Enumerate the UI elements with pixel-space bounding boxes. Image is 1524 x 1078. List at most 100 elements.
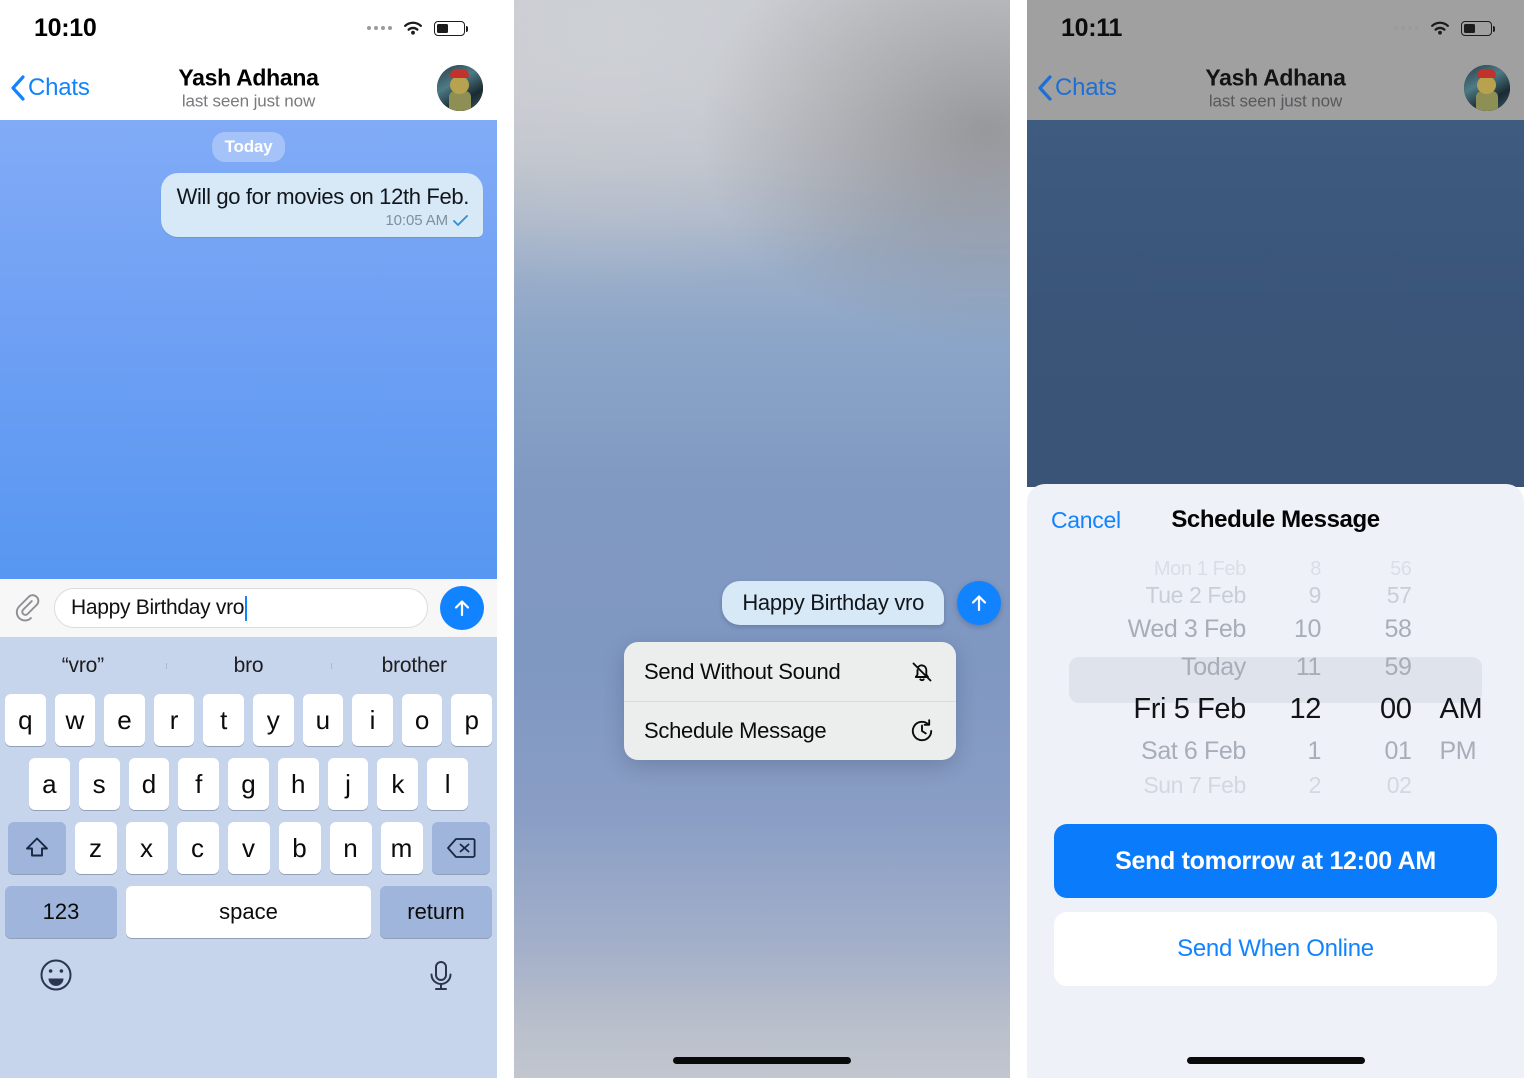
chevron-left-icon — [11, 75, 25, 101]
picker-date: Today — [1181, 652, 1246, 681]
key-i[interactable]: i — [352, 694, 393, 746]
phone-panel-schedule-sheet: 10:11 Chats Yash Adhana last seen just n… — [1027, 0, 1524, 1078]
status-bar: 10:10 — [0, 0, 497, 56]
send-button-highlighted[interactable] — [957, 581, 1001, 625]
key-d[interactable]: d — [128, 758, 170, 810]
menu-item-label: Send Without Sound — [644, 658, 841, 684]
key-b[interactable]: b — [278, 822, 321, 874]
status-time: 10:10 — [34, 13, 97, 42]
key-o[interactable]: o — [401, 694, 443, 746]
prediction-0[interactable]: “vro” — [0, 654, 166, 678]
menu-item-schedule-message[interactable]: Schedule Message — [624, 701, 956, 760]
battery-icon — [434, 20, 468, 36]
microphone-icon[interactable] — [423, 957, 459, 993]
picker-date: Mon 1 Feb — [1153, 558, 1246, 580]
message-time: 10:05 AM — [385, 212, 448, 229]
message-meta: 10:05 AM — [177, 212, 469, 229]
shift-up-arrow-icon — [25, 837, 48, 857]
key-x[interactable]: x — [125, 822, 168, 874]
contact-name: Yash Adhana — [1205, 64, 1346, 91]
pending-message-bubble[interactable]: Happy Birthday vro — [722, 581, 944, 625]
send-button[interactable] — [440, 586, 484, 630]
picker-row-selected[interactable]: Fri 5 Feb 12 00 AM — [1027, 686, 1524, 732]
return-key[interactable]: return — [380, 886, 492, 938]
key-g[interactable]: g — [228, 758, 269, 810]
backspace-icon — [446, 838, 475, 858]
on-screen-keyboard: “vro” bro brother q w e r t y u i o p a … — [0, 637, 497, 1078]
key-u[interactable]: u — [302, 694, 344, 746]
key-f[interactable]: f — [178, 758, 220, 810]
space-key[interactable]: space — [126, 886, 371, 938]
key-r[interactable]: r — [153, 694, 195, 746]
cancel-button[interactable]: Cancel — [1051, 507, 1121, 534]
picker-row[interactable]: Sat 6 Feb 1 01 PM — [1027, 732, 1524, 770]
prediction-2[interactable]: brother — [331, 654, 497, 678]
status-icons — [367, 19, 468, 37]
dimmed-header-area: 10:11 Chats Yash Adhana last seen just n… — [1027, 0, 1524, 120]
picker-meridiem-selected: AM — [1439, 692, 1483, 725]
keyboard-row-2: a s d f g h j k l — [0, 758, 497, 810]
message-input-field[interactable]: Happy Birthday vro — [54, 588, 428, 628]
picker-hour: 8 — [1310, 558, 1321, 580]
key-j[interactable]: j — [327, 758, 369, 810]
clock-arrow-icon — [911, 719, 933, 742]
key-h[interactable]: h — [277, 758, 319, 810]
key-v[interactable]: v — [227, 822, 270, 874]
date-time-picker[interactable]: Mon 1 Feb 8 56 Tue 2 Feb 9 57 Wed 3 Feb … — [1027, 558, 1524, 798]
send-arrow-up-icon — [454, 600, 470, 617]
paperclip-icon[interactable] — [12, 592, 42, 624]
picker-minute: 02 — [1386, 771, 1412, 798]
picker-row[interactable]: Mon 1 Feb 8 56 — [1027, 558, 1524, 580]
picker-date: Wed 3 Feb — [1127, 614, 1247, 643]
panel-gap-1 — [497, 0, 514, 1078]
send-tomorrow-button[interactable]: Send tomorrow at 12:00 AM — [1054, 824, 1497, 898]
key-k[interactable]: k — [377, 758, 419, 810]
key-a[interactable]: a — [28, 758, 70, 810]
menu-item-send-without-sound[interactable]: Send Without Sound — [624, 642, 956, 701]
backspace-key[interactable] — [431, 822, 490, 874]
prediction-1[interactable]: bro — [165, 654, 332, 678]
message-text: Will go for movies on 12th Feb. — [176, 184, 470, 209]
wifi-icon — [1431, 21, 1449, 35]
send-arrow-up-icon — [971, 595, 987, 612]
avatar[interactable] — [437, 65, 483, 111]
picker-minute: 58 — [1384, 614, 1412, 643]
message-input-value: Happy Birthday vro — [71, 596, 245, 619]
battery-icon — [1461, 20, 1495, 36]
key-e[interactable]: e — [104, 694, 145, 746]
picker-row[interactable]: Sun 7 Feb 2 02 — [1027, 770, 1524, 798]
status-time: 10:11 — [1061, 13, 1123, 42]
numbers-key[interactable]: 123 — [5, 886, 117, 938]
key-t[interactable]: t — [203, 694, 244, 746]
key-c[interactable]: c — [176, 822, 219, 874]
key-p[interactable]: p — [451, 694, 492, 746]
avatar[interactable] — [1464, 65, 1510, 111]
key-z[interactable]: z — [74, 822, 117, 874]
signal-dots-icon — [367, 26, 392, 30]
emoji-smiley-icon[interactable] — [38, 957, 74, 993]
sheet-action-buttons: Send tomorrow at 12:00 AM Send When Onli… — [1027, 798, 1524, 986]
key-n[interactable]: n — [329, 822, 372, 874]
picker-row[interactable]: Wed 3 Feb 10 58 — [1027, 610, 1524, 648]
back-to-chats-button[interactable]: Chats — [10, 74, 90, 102]
picker-hour-selected: 12 — [1289, 692, 1322, 725]
picker-date: Sun 7 Feb — [1143, 771, 1246, 798]
picker-row[interactable]: Today 11 59 — [1027, 648, 1524, 686]
key-s[interactable]: s — [78, 758, 120, 810]
shift-key[interactable] — [7, 822, 66, 874]
key-l[interactable]: l — [427, 758, 469, 810]
keyboard-row-3: z x c v b n m — [0, 822, 497, 874]
key-y[interactable]: y — [253, 694, 294, 746]
prediction-bar: “vro” bro brother — [0, 637, 497, 694]
picker-row[interactable]: Tue 2 Feb 9 57 — [1027, 580, 1524, 610]
key-m[interactable]: m — [380, 822, 423, 874]
send-when-online-button[interactable]: Send When Online — [1054, 912, 1497, 986]
picker-date: Tue 2 Feb — [1145, 581, 1246, 608]
key-w[interactable]: w — [54, 694, 96, 746]
picker-minute: 57 — [1386, 581, 1412, 608]
home-indicator[interactable] — [1186, 1057, 1365, 1064]
key-q[interactable]: q — [5, 694, 46, 746]
outgoing-message-bubble[interactable]: Will go for movies on 12th Feb. 10:05 AM — [160, 173, 483, 237]
home-indicator[interactable] — [673, 1057, 851, 1064]
back-to-chats-button[interactable]: Chats — [1037, 74, 1117, 102]
